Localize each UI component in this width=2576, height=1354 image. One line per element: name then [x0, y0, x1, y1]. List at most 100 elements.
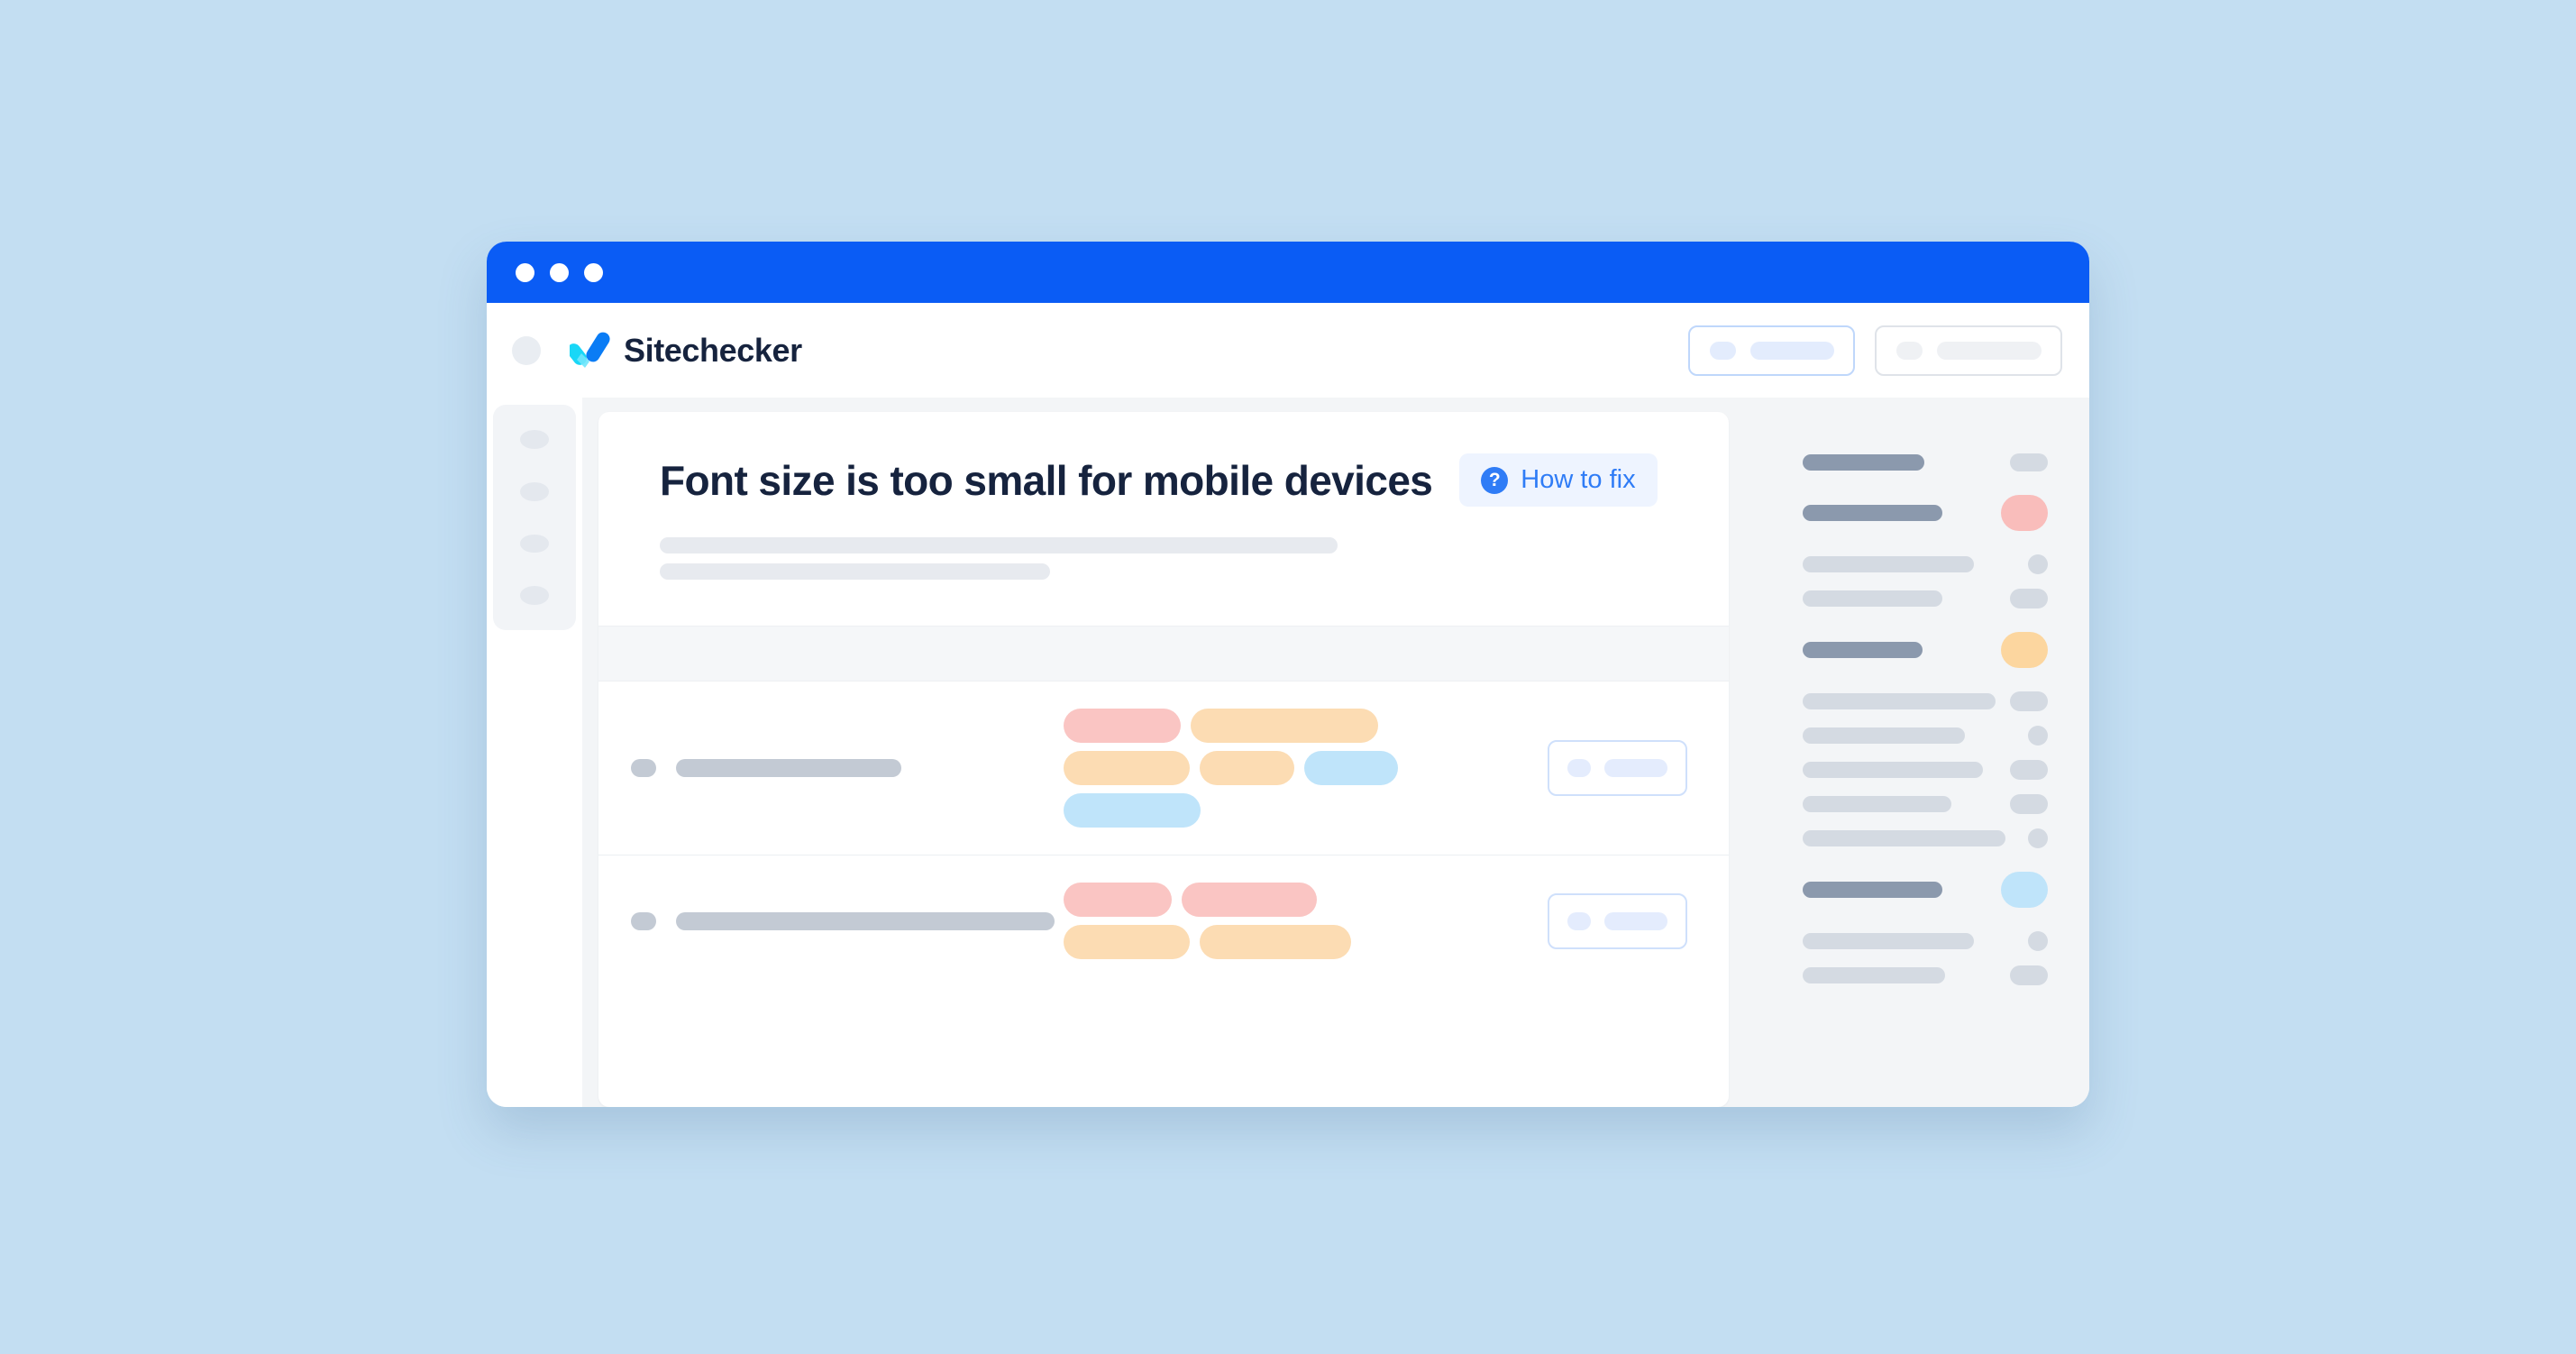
- window-dot-close[interactable]: [516, 262, 534, 282]
- panel-group-header[interactable]: [1803, 453, 2048, 471]
- panel-group-badge: [2001, 632, 2048, 668]
- rail-icon-4[interactable]: [520, 586, 549, 605]
- panel-subitem[interactable]: [1803, 760, 2048, 780]
- panel-group-header[interactable]: [1803, 495, 2048, 531]
- header-actions: [1688, 325, 2062, 376]
- tag-chip[interactable]: [1200, 925, 1351, 959]
- panel-subitem-label: [1803, 590, 1942, 607]
- table-header-band: [598, 626, 1729, 682]
- panel-group-label: [1803, 505, 1942, 521]
- tag-line-2: [1064, 751, 1526, 785]
- tag-chip[interactable]: [1064, 751, 1190, 785]
- placeholder-label: [1750, 341, 1834, 360]
- rail-icon-3[interactable]: [520, 534, 549, 553]
- question-mark-circle-icon: ?: [1481, 466, 1509, 494]
- panel-subitem-badge: [2010, 794, 2048, 814]
- tag-chip[interactable]: [1064, 793, 1201, 828]
- tag-line-1: [1064, 709, 1526, 743]
- placeholder-label: [1937, 341, 2042, 360]
- tag-chip[interactable]: [1191, 709, 1378, 743]
- brand-logo[interactable]: Sitechecker: [567, 332, 802, 370]
- panel-subitem-badge: [2028, 828, 2048, 848]
- panel-subitem-list: [1803, 931, 2048, 985]
- placeholder-label: [1604, 759, 1667, 777]
- placeholder-dot-icon: [1896, 341, 1923, 360]
- tag-chip[interactable]: [1064, 925, 1190, 959]
- tag-chip[interactable]: [1064, 883, 1172, 917]
- panel-subitem-list: [1803, 691, 2048, 848]
- placeholder-label: [1604, 911, 1667, 930]
- row-status-dot-icon: [631, 911, 656, 930]
- app-header: Sitechecker: [487, 303, 2089, 398]
- panel-group-header[interactable]: [1803, 632, 2048, 668]
- browser-window: Sitechecker Font size is too small for m…: [487, 242, 2089, 1107]
- tag-chip[interactable]: [1064, 709, 1181, 743]
- panel-subitem[interactable]: [1803, 726, 2048, 746]
- table-row-1[interactable]: [598, 682, 1729, 855]
- panel-subitem[interactable]: [1803, 828, 2048, 848]
- panel-group-3: [1803, 632, 2048, 848]
- row-label-cell: [631, 911, 1064, 930]
- header-button-secondary[interactable]: [1875, 325, 2062, 376]
- panel-subitem[interactable]: [1803, 965, 2048, 985]
- browser-titlebar: [487, 242, 2089, 303]
- panel-subitem-label: [1803, 762, 1983, 778]
- panel-subitem-label: [1803, 967, 1945, 983]
- row-tag-cell: [1064, 883, 1526, 959]
- panel-subitem[interactable]: [1803, 589, 2048, 608]
- tag-chip[interactable]: [1304, 751, 1398, 785]
- rail-icon-1[interactable]: [520, 430, 549, 449]
- header-button-primary[interactable]: [1688, 325, 1855, 376]
- panel-subitem[interactable]: [1803, 554, 2048, 574]
- panel-subitem[interactable]: [1803, 931, 2048, 951]
- tag-chip[interactable]: [1200, 751, 1294, 785]
- sidebar-left-rail: [487, 398, 582, 1107]
- main-content-column: Font size is too small for mobile device…: [582, 398, 1749, 1107]
- row-label-placeholder: [676, 911, 1055, 930]
- row-label-placeholder: [676, 759, 901, 777]
- how-to-fix-label: How to fix: [1521, 465, 1636, 494]
- placeholder-dot-icon: [1710, 341, 1736, 360]
- panel-subitem-badge: [2028, 554, 2048, 574]
- panel-subitem-list: [1803, 554, 2048, 608]
- panel-subitem[interactable]: [1803, 794, 2048, 814]
- tag-line-3: [1064, 793, 1526, 828]
- rail-icon-2[interactable]: [520, 481, 549, 501]
- panel-group-label: [1803, 642, 1923, 658]
- panel-group-header[interactable]: [1803, 872, 2048, 908]
- description-skeleton: [660, 537, 1687, 580]
- hamburger-menu-icon[interactable]: [512, 335, 541, 365]
- issue-card-header: Font size is too small for mobile device…: [598, 412, 1729, 626]
- panel-group-4: [1803, 872, 2048, 985]
- panel-group-2: [1803, 495, 2048, 608]
- panel-group-1: [1803, 453, 2048, 471]
- panel-subitem[interactable]: [1803, 691, 2048, 711]
- placeholder-dot-icon: [1567, 759, 1591, 777]
- window-dot-minimize[interactable]: [550, 262, 569, 282]
- how-to-fix-button[interactable]: ? How to fix: [1459, 453, 1658, 507]
- tag-line-2: [1064, 925, 1526, 959]
- row-action-button-2[interactable]: [1548, 892, 1687, 949]
- panel-subitem-label: [1803, 796, 1951, 812]
- sitechecker-check-logo-icon: [567, 332, 611, 370]
- description-skeleton-line-1: [660, 537, 1338, 553]
- row-action-button-1[interactable]: [1548, 740, 1687, 796]
- panel-subitem-label: [1803, 556, 1974, 572]
- issue-table: [598, 682, 1729, 986]
- window-dot-maximize[interactable]: [584, 262, 603, 282]
- placeholder-dot-icon: [1567, 911, 1591, 930]
- panel-subitem-label: [1803, 727, 1965, 744]
- panel-group-badge: [2010, 453, 2048, 471]
- sidebar-right-panel: [1749, 398, 2089, 1107]
- title-row: Font size is too small for mobile device…: [660, 453, 1687, 507]
- panel-group-badge: [2001, 872, 2048, 908]
- table-row-2[interactable]: [598, 855, 1729, 986]
- panel-subitem-label: [1803, 693, 1996, 709]
- description-skeleton-line-2: [660, 563, 1051, 580]
- app-body: Font size is too small for mobile device…: [487, 398, 2089, 1107]
- panel-subitem-badge: [2010, 965, 2048, 985]
- row-label-cell: [631, 759, 1064, 777]
- row-status-dot-icon: [631, 759, 656, 777]
- tag-chip[interactable]: [1182, 883, 1317, 917]
- panel-subitem-badge: [2010, 760, 2048, 780]
